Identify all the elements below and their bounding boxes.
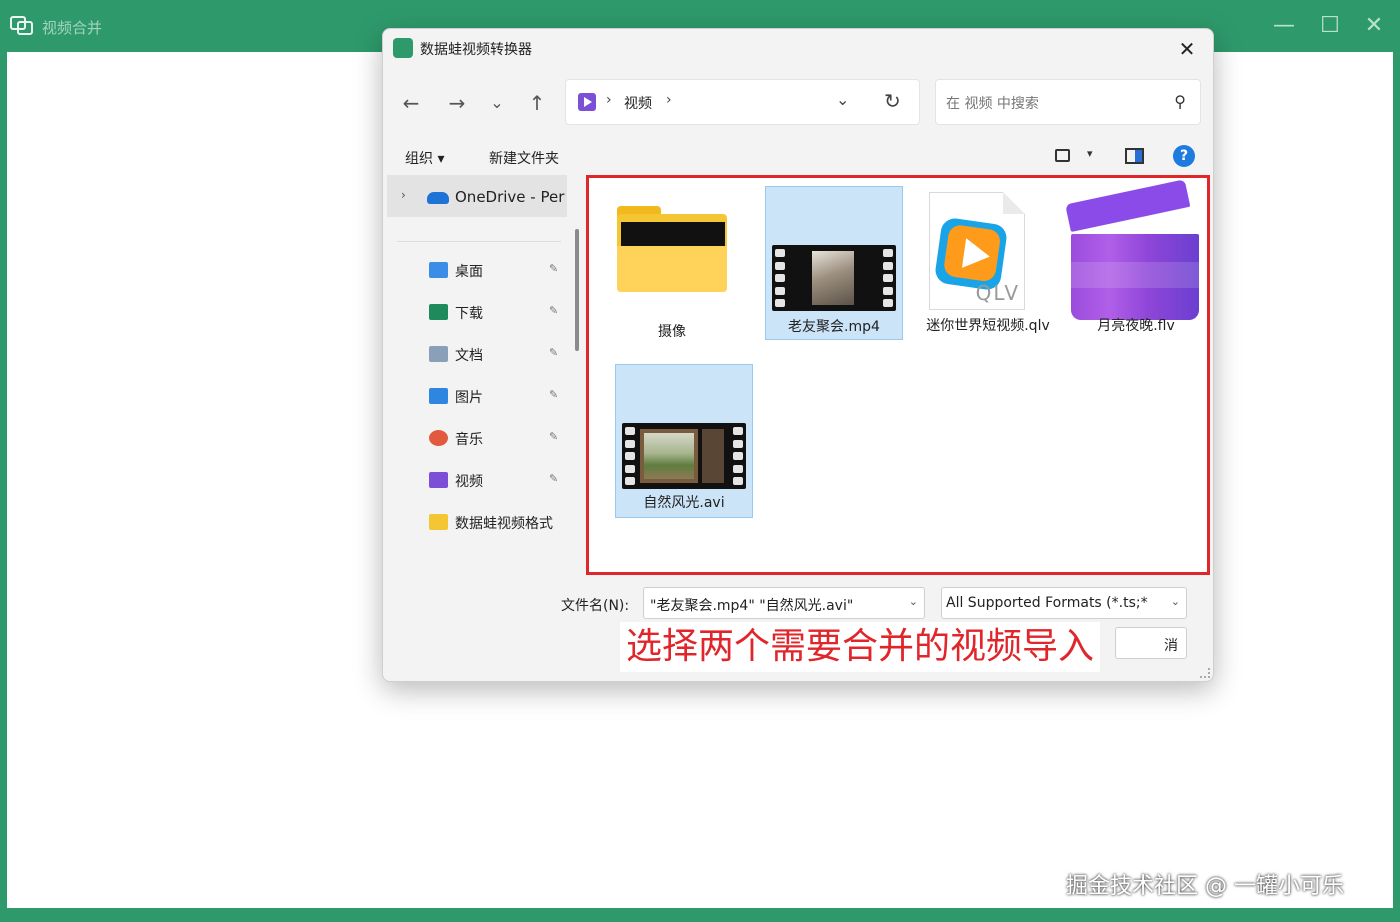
app-logo-icon <box>10 16 33 35</box>
back-arrow-icon[interactable]: ← <box>397 89 425 117</box>
sidebar-item-label: 下载 <box>455 306 483 322</box>
file-name: 月亮夜晚.flv <box>1097 318 1175 334</box>
file-open-dialog: 数据蛙视频转换器 ✕ ← → ⌄ ↑ › 视频 › ⌄ ↻ 在 视频 中搜索 ⚲… <box>382 28 1214 682</box>
pin-icon[interactable]: ✎ <box>549 472 558 485</box>
filename-label: 文件名(N): <box>561 598 630 614</box>
close-icon[interactable]: ✕ <box>1362 14 1386 38</box>
app-icon <box>393 38 413 58</box>
filename-field[interactable]: "老友聚会.mp4" "自然风光.avi" ⌄ <box>643 587 925 619</box>
sidebar-item-videos[interactable]: 视频 ✎ <box>387 463 569 497</box>
cancel-label: 消 <box>1164 638 1178 654</box>
video-thumbnail-icon <box>772 245 896 311</box>
qlv-badge: QLV <box>975 281 1020 305</box>
cancel-button[interactable]: 消 <box>1115 627 1187 659</box>
sidebar-item-label: 图片 <box>455 390 483 406</box>
sidebar-item-desktop[interactable]: 桌面 ✎ <box>387 253 569 287</box>
desktop-icon <box>429 262 448 278</box>
divider <box>397 241 561 242</box>
music-icon <box>429 430 448 446</box>
pictures-icon <box>429 388 448 404</box>
refresh-icon[interactable]: ↻ <box>884 89 901 113</box>
view-dropdown-icon[interactable]: ▾ <box>1087 147 1093 160</box>
sidebar-item-document[interactable]: 文档 ✎ <box>387 337 569 371</box>
forward-arrow-icon[interactable]: → <box>443 89 471 117</box>
help-icon[interactable]: ? <box>1173 145 1195 167</box>
recent-locations-icon[interactable]: ⌄ <box>483 89 511 117</box>
sidebar-item-label: 视频 <box>455 474 483 490</box>
sidebar-item-onedrive[interactable]: › OneDrive - Per <box>387 175 567 217</box>
minimize-icon[interactable]: — <box>1272 14 1296 38</box>
address-bar[interactable]: › 视频 › ⌄ ↻ <box>565 79 920 125</box>
chevron-down-icon[interactable]: ⌄ <box>909 595 918 608</box>
qlv-file-icon: QLV <box>929 192 1025 310</box>
filename-value: "老友聚会.mp4" "自然风光.avi" <box>650 598 854 614</box>
breadcrumb-videos[interactable]: 视频 <box>624 93 652 113</box>
sidebar-item-folder[interactable]: 数据蛙视频格式 <box>387 505 569 539</box>
videos-folder-icon <box>578 93 596 111</box>
sidebar-item-label: OneDrive - Per <box>455 188 565 206</box>
resize-grip[interactable] <box>1200 668 1210 678</box>
navigation-pane: › OneDrive - Per 桌面 ✎ 下载 ✎ 文档 ✎ 图片 ✎ 音乐 ✎ 视频 ✎ 数据蛙视频… <box>387 175 569 571</box>
preview-pane-icon[interactable] <box>1125 148 1144 164</box>
up-arrow-icon[interactable]: ↑ <box>523 89 551 117</box>
file-list: 摄像 老友聚会.mp4 QLV 迷你世界短视频.qlv 月亮夜晚.flv 自然风… <box>586 175 1210 575</box>
view-mode-icon[interactable] <box>1055 149 1070 162</box>
watermark: 掘金技术社区 @ 一罐小可乐 <box>1066 874 1344 899</box>
download-icon <box>429 304 448 320</box>
file-tile-flv[interactable]: 月亮夜晚.flv <box>1065 179 1205 346</box>
pin-icon[interactable]: ✎ <box>549 430 558 443</box>
file-name: 摄像 <box>658 324 686 340</box>
file-type-select[interactable]: All Supported Formats (*.ts;* ⌄ <box>941 587 1187 619</box>
file-type-value: All Supported Formats (*.ts;* <box>946 595 1148 611</box>
sidebar-scrollbar[interactable] <box>575 229 579 351</box>
command-bar: 组织 ▾ 新建文件夹 ▾ ? <box>383 139 1213 175</box>
dialog-title: 数据蛙视频转换器 <box>420 42 532 58</box>
folder-icon <box>617 206 727 294</box>
cloud-icon <box>427 192 449 204</box>
file-tile-qlv[interactable]: QLV 迷你世界短视频.qlv <box>919 186 1057 366</box>
sidebar-item-label: 文档 <box>455 348 483 364</box>
document-icon <box>429 346 448 362</box>
organize-button[interactable]: 组织 ▾ <box>405 148 444 168</box>
search-icon[interactable]: ⚲ <box>1174 92 1186 111</box>
dialog-close-icon[interactable]: ✕ <box>1173 35 1201 63</box>
chevron-down-icon[interactable]: ⌄ <box>836 90 849 109</box>
video-thumbnail-icon <box>622 423 746 489</box>
sidebar-item-pictures[interactable]: 图片 ✎ <box>387 379 569 413</box>
file-tile-mp4[interactable]: 老友聚会.mp4 <box>765 186 903 340</box>
search-input[interactable]: 在 视频 中搜索 ⚲ <box>935 79 1201 125</box>
maximize-icon[interactable]: ☐ <box>1318 14 1342 38</box>
sidebar-item-label: 数据蛙视频格式 <box>455 516 553 532</box>
breadcrumb-separator[interactable]: › <box>666 92 672 108</box>
videos-icon <box>429 472 448 488</box>
pin-icon[interactable]: ✎ <box>549 346 558 359</box>
pin-icon[interactable]: ✎ <box>549 304 558 317</box>
app-title: 视频合并 <box>42 19 103 37</box>
chevron-down-icon[interactable]: ⌄ <box>1171 595 1180 608</box>
pin-icon[interactable]: ✎ <box>549 388 558 401</box>
pin-icon[interactable]: ✎ <box>549 262 558 275</box>
expand-chevron-icon[interactable]: › <box>401 188 406 202</box>
sidebar-item-music[interactable]: 音乐 ✎ <box>387 421 569 455</box>
sidebar-item-download[interactable]: 下载 ✎ <box>387 295 569 329</box>
file-tile-avi[interactable]: 自然风光.avi <box>615 364 753 518</box>
folder-icon <box>429 514 448 530</box>
file-name: 迷你世界短视频.qlv <box>926 318 1050 334</box>
annotation-caption: 选择两个需要合并的视频导入 <box>620 622 1101 672</box>
sidebar-item-label: 桌面 <box>455 264 483 280</box>
sidebar-item-label: 音乐 <box>455 432 483 448</box>
dialog-titlebar: 数据蛙视频转换器 ✕ <box>383 29 1213 69</box>
search-placeholder: 在 视频 中搜索 <box>946 96 1039 112</box>
file-tile-folder[interactable]: 摄像 <box>603 186 741 340</box>
file-name: 老友聚会.mp4 <box>788 319 880 335</box>
file-name: 自然风光.avi <box>643 495 725 511</box>
breadcrumb-separator: › <box>606 92 612 108</box>
new-folder-button[interactable]: 新建文件夹 <box>489 148 559 168</box>
clapperboard-icon <box>1065 179 1199 320</box>
